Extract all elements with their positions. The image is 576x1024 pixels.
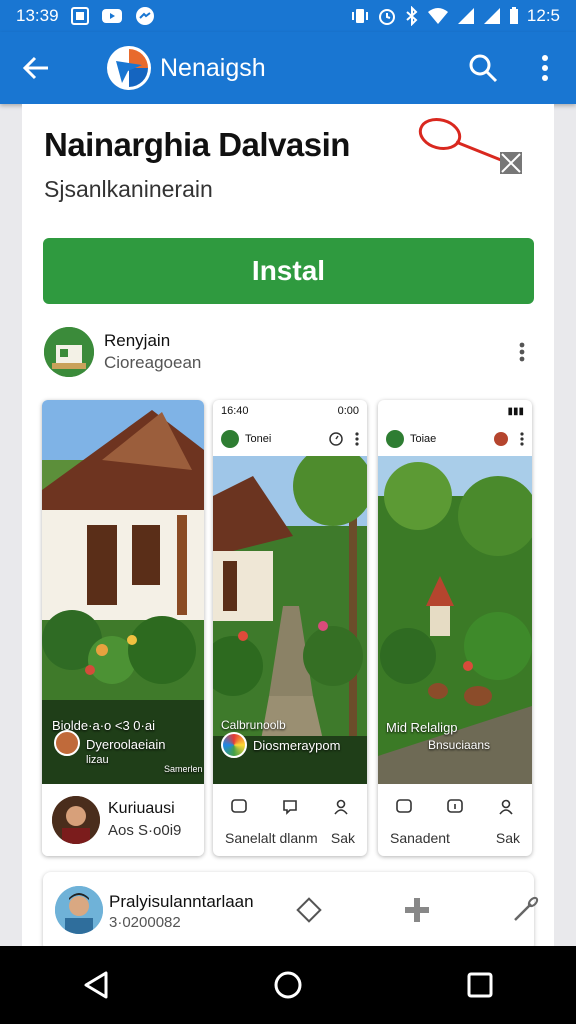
signal-icon: [483, 7, 501, 25]
user-avatar: [52, 796, 100, 844]
more-options-button[interactable]: [514, 32, 576, 104]
developer-subtitle: Cioreagoean: [104, 353, 202, 372]
mini-header: Toiae: [378, 422, 532, 456]
chat-square-icon[interactable]: [230, 798, 248, 816]
screenshot-card-footer: Kuriuausi Aos S·o0i9: [42, 784, 204, 856]
news-icon: [70, 7, 89, 25]
home-circle-icon: [274, 971, 302, 999]
overlay-title: Calbrunoolb: [221, 718, 286, 732]
overlay-avatar: [54, 730, 80, 756]
mini-status-time: 16:40: [221, 405, 249, 417]
profile-icon[interactable]: [332, 798, 350, 816]
overlay-title: Mid Relaligp: [386, 720, 458, 735]
reviewer-avatar: [55, 886, 103, 934]
nav-back-button[interactable]: [51, 946, 141, 1024]
nav-home-button[interactable]: [243, 946, 333, 1024]
reviewer-subtitle: 3·0200082: [109, 914, 181, 931]
mini-avatar: [386, 430, 404, 448]
app-bar-title: Nenaigsh: [160, 53, 266, 82]
bottom-tabs: [378, 798, 532, 816]
overlay-tag: Samerlen: [164, 764, 203, 774]
more-vert-icon: [542, 55, 548, 81]
timer-icon: [329, 432, 343, 446]
tropical-garden-photo: Mid Relaligp Bnsuciaans: [378, 456, 532, 784]
search-icon: [469, 54, 498, 83]
back-triangle-icon: [84, 971, 108, 999]
recents-square-icon: [467, 972, 493, 998]
annotation-doodle-icon: [418, 118, 522, 174]
vibrate-icon: [351, 7, 369, 25]
user-sub: Aos S·o0i9: [108, 822, 182, 839]
signal-icon: [457, 7, 475, 25]
more-vert-icon: [355, 432, 359, 446]
mini-header-title: Toiae: [410, 433, 437, 445]
bottom-tabs: [213, 798, 367, 816]
overlay-avatar: [221, 732, 247, 758]
developer-name: Renyjain: [104, 331, 171, 350]
youtube-icon: [101, 7, 123, 25]
pen-icon[interactable]: [509, 894, 541, 926]
info-icon[interactable]: [446, 798, 464, 816]
search-button[interactable]: [452, 32, 514, 104]
reviewer-name: Pralyisulanntarlaan: [109, 892, 254, 911]
screenshot-card[interactable]: 16:40 0:00 Tonei Calbrunoolb Diosmeraypo…: [213, 400, 367, 856]
app-subtitle: Sjsanlkaninerain: [44, 176, 213, 202]
nav-recents-button[interactable]: [435, 946, 525, 1024]
status-bar: 13:39 12:5: [0, 0, 576, 32]
screenshot-card[interactable]: ▮▮▮ Toiae Mid Relaligp Bnsuciaans Sanade…: [378, 400, 532, 856]
garden-path-photo: Calbrunoolb Diosmeraypom: [213, 456, 367, 784]
mini-status-bar: ▮▮▮: [378, 400, 532, 422]
mini-status-bar: 16:40 0:00: [213, 400, 367, 422]
wifi-icon: [427, 7, 449, 25]
back-button[interactable]: [0, 32, 72, 104]
chat-bubble-icon[interactable]: [281, 798, 299, 816]
overlay-name: Bnsuciaans: [428, 738, 491, 752]
status-time: 13:39: [16, 6, 59, 25]
alarm-icon: [377, 6, 397, 26]
user-avatar-small[interactable]: [494, 432, 508, 446]
app-title: Nainarghia Dalvasin: [44, 126, 350, 163]
mini-header-title: Tonei: [245, 433, 272, 445]
bottom-tab-labels: Sanadent Sak: [378, 830, 532, 846]
chat-square-icon[interactable]: [395, 798, 413, 816]
back-icon: [22, 56, 48, 80]
review-card[interactable]: Pralyisulanntarlaan 3·0200082: [43, 872, 539, 952]
user-name: Kuriuausi: [108, 800, 175, 817]
battery-icon: [509, 7, 519, 25]
diamond-icon[interactable]: [293, 894, 325, 926]
house-photo: Biolde·a·o <3 0·ai Dyeroolaeiain lizau S…: [42, 400, 204, 784]
messenger-icon: [135, 6, 155, 26]
plus-icon[interactable]: [401, 894, 433, 926]
overlay-sub: lizau: [86, 754, 109, 766]
mini-status-right: 0:00: [337, 405, 359, 417]
mini-status-signal-icon: ▮▮▮: [507, 405, 524, 417]
tab-label-right[interactable]: Sak: [496, 830, 520, 846]
more-vert-icon: [520, 432, 524, 446]
bluetooth-icon: [405, 6, 419, 26]
install-button[interactable]: Instal: [43, 238, 534, 304]
status-clock: 12:5: [526, 6, 560, 25]
overlay-name: Dyeroolaeiain: [86, 737, 166, 752]
bottom-tab-labels: Sanelalt dlanm Sak: [213, 830, 367, 846]
overlay-name: Diosmeraypom: [253, 738, 341, 753]
mini-avatar: [221, 430, 239, 448]
profile-icon[interactable]: [497, 798, 515, 816]
tab-label-right[interactable]: Sak: [331, 830, 355, 846]
system-nav-bar: [0, 946, 576, 1024]
screenshot-card[interactable]: Biolde·a·o <3 0·ai Dyeroolaeiain lizau S…: [42, 400, 204, 856]
app-logo-icon: [107, 46, 151, 90]
tab-label-left[interactable]: Sanelalt dlanm: [225, 830, 318, 846]
tab-label-left[interactable]: Sanadent: [390, 830, 450, 846]
app-bar: Nenaigsh: [0, 32, 576, 104]
mini-header: Tonei: [213, 422, 367, 456]
developer-more-button[interactable]: [510, 332, 534, 372]
developer-avatar: [44, 327, 94, 377]
screenshots-carousel[interactable]: Biolde·a·o <3 0·ai Dyeroolaeiain lizau S…: [22, 400, 554, 856]
more-vert-icon: [519, 342, 525, 362]
developer-row[interactable]: Renyjain Cioreagoean: [44, 324, 534, 380]
app-details-sheet: Nainarghia Dalvasin Sjsanlkaninerain Ins…: [22, 104, 554, 952]
